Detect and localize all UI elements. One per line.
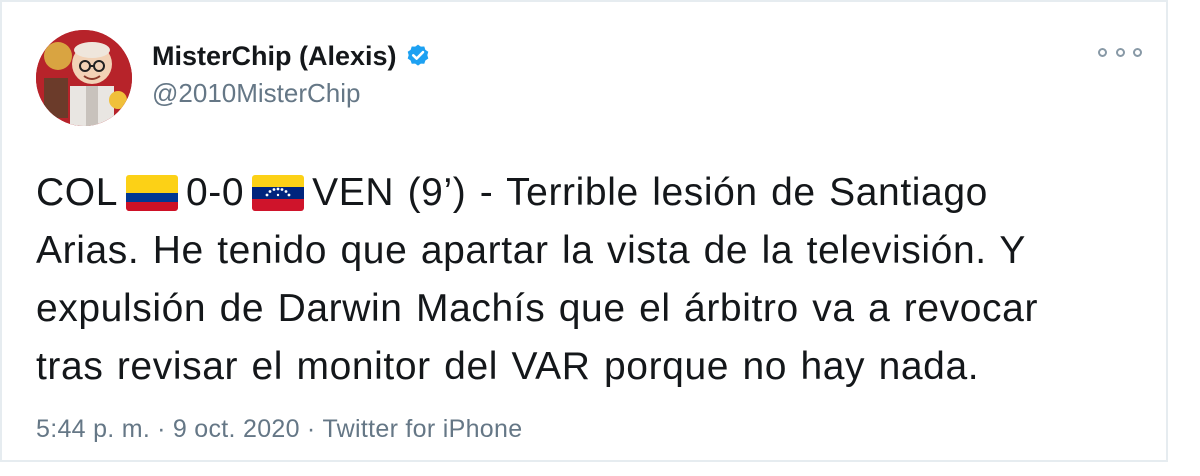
score: 0-0	[186, 171, 245, 214]
venezuela-flag-icon	[252, 175, 305, 211]
tweet-line-1: COL 0-0 VEN (9’) - Terrible lesión de Sant…	[36, 164, 1146, 222]
tweet-time[interactable]: 5:44 p. m.	[36, 415, 150, 443]
colombia-flag-icon	[126, 175, 178, 211]
tweet-line-3: expulsión de Darwin Machís que el árbitr…	[36, 287, 1039, 330]
name-row: MisterChip (Alexis)	[152, 36, 431, 76]
tweet-text: COL 0-0 VEN (9’) - Terrible lesión de Sant…	[36, 164, 1146, 396]
tweet-line-1-rest: VEN (9’) - Terrible lesión de Santiago	[312, 171, 988, 214]
tweet-line-4: tras revisar el monitor del VAR porque n…	[36, 345, 980, 388]
meta-separator: ·	[306, 415, 316, 443]
team-1: COL	[36, 171, 118, 214]
display-name[interactable]: MisterChip (Alexis)	[152, 41, 397, 72]
more-options-icon[interactable]	[1098, 42, 1142, 62]
verified-badge-icon	[405, 43, 431, 69]
tweet-line-2: Arias. He tenido que apartar la vista de…	[36, 229, 1027, 272]
tweet-meta: 5:44 p. m. · 9 oct. 2020 · Twitter for iPhon…	[36, 415, 522, 444]
avatar[interactable]	[36, 30, 132, 126]
user-handle[interactable]: @2010MisterChip	[152, 78, 431, 109]
more-dot	[1098, 47, 1107, 57]
more-dot	[1133, 47, 1142, 57]
tweet-card: MisterChip (Alexis) @2010MisterChip COL 0…	[0, 0, 1168, 462]
avatar-image	[36, 30, 132, 126]
tweet-date[interactable]: 9 oct. 2020	[173, 415, 300, 443]
more-dot	[1115, 47, 1125, 57]
user-info[interactable]: MisterChip (Alexis) @2010MisterChip	[152, 36, 431, 109]
tweet-source[interactable]: Twitter for iPhone	[322, 415, 522, 443]
meta-separator: ·	[157, 415, 166, 443]
